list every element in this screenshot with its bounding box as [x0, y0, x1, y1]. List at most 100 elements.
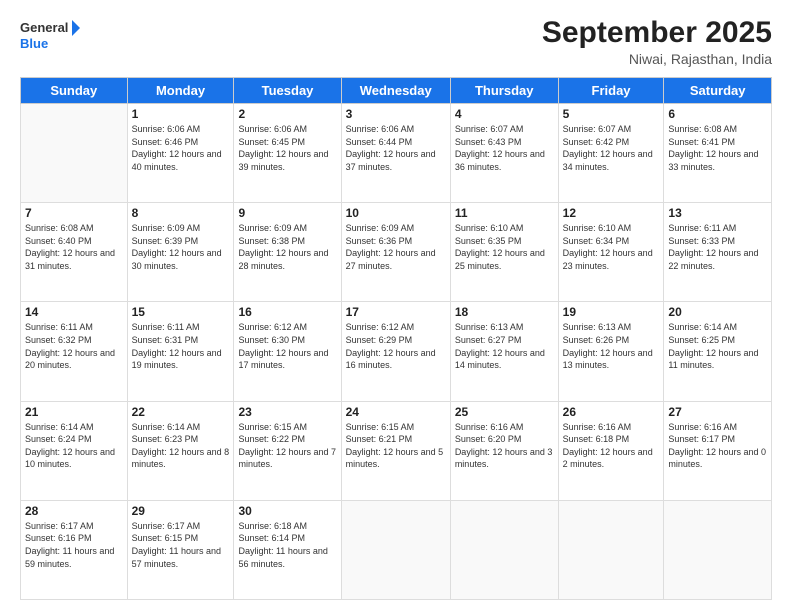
- day-info: Sunrise: 6:10 AM Sunset: 6:35 PM Dayligh…: [455, 222, 554, 272]
- table-row: 23 Sunrise: 6:15 AM Sunset: 6:22 PM Dayl…: [234, 401, 341, 500]
- table-row: 3 Sunrise: 6:06 AM Sunset: 6:44 PM Dayli…: [341, 104, 450, 203]
- calendar-week-row: 1 Sunrise: 6:06 AM Sunset: 6:46 PM Dayli…: [21, 104, 772, 203]
- day-info: Sunrise: 6:15 AM Sunset: 6:22 PM Dayligh…: [238, 421, 336, 471]
- table-row: 24 Sunrise: 6:15 AM Sunset: 6:21 PM Dayl…: [341, 401, 450, 500]
- table-row: 16 Sunrise: 6:12 AM Sunset: 6:30 PM Dayl…: [234, 302, 341, 401]
- table-row: 10 Sunrise: 6:09 AM Sunset: 6:36 PM Dayl…: [341, 203, 450, 302]
- day-number: 6: [668, 107, 767, 121]
- table-row: 30 Sunrise: 6:18 AM Sunset: 6:14 PM Dayl…: [234, 500, 341, 599]
- day-info: Sunrise: 6:12 AM Sunset: 6:30 PM Dayligh…: [238, 321, 336, 371]
- table-row: 19 Sunrise: 6:13 AM Sunset: 6:26 PM Dayl…: [558, 302, 664, 401]
- day-info: Sunrise: 6:07 AM Sunset: 6:43 PM Dayligh…: [455, 123, 554, 173]
- calendar-week-row: 7 Sunrise: 6:08 AM Sunset: 6:40 PM Dayli…: [21, 203, 772, 302]
- day-number: 14: [25, 305, 123, 319]
- table-row: [664, 500, 772, 599]
- day-number: 5: [563, 107, 660, 121]
- day-info: Sunrise: 6:09 AM Sunset: 6:38 PM Dayligh…: [238, 222, 336, 272]
- table-row: [558, 500, 664, 599]
- day-number: 21: [25, 405, 123, 419]
- day-number: 9: [238, 206, 336, 220]
- table-row: 18 Sunrise: 6:13 AM Sunset: 6:27 PM Dayl…: [450, 302, 558, 401]
- day-info: Sunrise: 6:14 AM Sunset: 6:23 PM Dayligh…: [132, 421, 230, 471]
- day-info: Sunrise: 6:16 AM Sunset: 6:20 PM Dayligh…: [455, 421, 554, 471]
- col-monday: Monday: [127, 78, 234, 104]
- table-row: 28 Sunrise: 6:17 AM Sunset: 6:16 PM Dayl…: [21, 500, 128, 599]
- col-wednesday: Wednesday: [341, 78, 450, 104]
- day-number: 19: [563, 305, 660, 319]
- col-thursday: Thursday: [450, 78, 558, 104]
- table-row: 8 Sunrise: 6:09 AM Sunset: 6:39 PM Dayli…: [127, 203, 234, 302]
- calendar-week-row: 21 Sunrise: 6:14 AM Sunset: 6:24 PM Dayl…: [21, 401, 772, 500]
- day-info: Sunrise: 6:18 AM Sunset: 6:14 PM Dayligh…: [238, 520, 336, 570]
- day-number: 25: [455, 405, 554, 419]
- day-number: 24: [346, 405, 446, 419]
- day-number: 28: [25, 504, 123, 518]
- day-info: Sunrise: 6:07 AM Sunset: 6:42 PM Dayligh…: [563, 123, 660, 173]
- location-subtitle: Niwai, Rajasthan, India: [542, 51, 772, 67]
- table-row: 12 Sunrise: 6:10 AM Sunset: 6:34 PM Dayl…: [558, 203, 664, 302]
- day-number: 30: [238, 504, 336, 518]
- title-block: September 2025 Niwai, Rajasthan, India: [542, 16, 772, 67]
- table-row: 4 Sunrise: 6:07 AM Sunset: 6:43 PM Dayli…: [450, 104, 558, 203]
- col-sunday: Sunday: [21, 78, 128, 104]
- day-info: Sunrise: 6:14 AM Sunset: 6:25 PM Dayligh…: [668, 321, 767, 371]
- day-number: 12: [563, 206, 660, 220]
- day-number: 3: [346, 107, 446, 121]
- day-number: 15: [132, 305, 230, 319]
- table-row: 5 Sunrise: 6:07 AM Sunset: 6:42 PM Dayli…: [558, 104, 664, 203]
- day-number: 10: [346, 206, 446, 220]
- day-number: 26: [563, 405, 660, 419]
- day-info: Sunrise: 6:08 AM Sunset: 6:41 PM Dayligh…: [668, 123, 767, 173]
- calendar-table: Sunday Monday Tuesday Wednesday Thursday…: [20, 77, 772, 600]
- day-number: 7: [25, 206, 123, 220]
- calendar-header-row: Sunday Monday Tuesday Wednesday Thursday…: [21, 78, 772, 104]
- calendar-week-row: 14 Sunrise: 6:11 AM Sunset: 6:32 PM Dayl…: [21, 302, 772, 401]
- day-info: Sunrise: 6:13 AM Sunset: 6:26 PM Dayligh…: [563, 321, 660, 371]
- table-row: [450, 500, 558, 599]
- day-info: Sunrise: 6:17 AM Sunset: 6:16 PM Dayligh…: [25, 520, 123, 570]
- table-row: 22 Sunrise: 6:14 AM Sunset: 6:23 PM Dayl…: [127, 401, 234, 500]
- table-row: 17 Sunrise: 6:12 AM Sunset: 6:29 PM Dayl…: [341, 302, 450, 401]
- svg-text:Blue: Blue: [20, 36, 48, 51]
- header: General Blue September 2025 Niwai, Rajas…: [20, 16, 772, 67]
- logo-svg: General Blue: [20, 16, 80, 56]
- day-info: Sunrise: 6:16 AM Sunset: 6:17 PM Dayligh…: [668, 421, 767, 471]
- day-info: Sunrise: 6:11 AM Sunset: 6:33 PM Dayligh…: [668, 222, 767, 272]
- table-row: 20 Sunrise: 6:14 AM Sunset: 6:25 PM Dayl…: [664, 302, 772, 401]
- table-row: 27 Sunrise: 6:16 AM Sunset: 6:17 PM Dayl…: [664, 401, 772, 500]
- day-info: Sunrise: 6:11 AM Sunset: 6:32 PM Dayligh…: [25, 321, 123, 371]
- day-info: Sunrise: 6:14 AM Sunset: 6:24 PM Dayligh…: [25, 421, 123, 471]
- day-info: Sunrise: 6:15 AM Sunset: 6:21 PM Dayligh…: [346, 421, 446, 471]
- day-info: Sunrise: 6:06 AM Sunset: 6:44 PM Dayligh…: [346, 123, 446, 173]
- day-number: 23: [238, 405, 336, 419]
- table-row: 29 Sunrise: 6:17 AM Sunset: 6:15 PM Dayl…: [127, 500, 234, 599]
- day-info: Sunrise: 6:13 AM Sunset: 6:27 PM Dayligh…: [455, 321, 554, 371]
- page: General Blue September 2025 Niwai, Rajas…: [0, 0, 792, 612]
- day-info: Sunrise: 6:09 AM Sunset: 6:36 PM Dayligh…: [346, 222, 446, 272]
- day-info: Sunrise: 6:10 AM Sunset: 6:34 PM Dayligh…: [563, 222, 660, 272]
- table-row: 11 Sunrise: 6:10 AM Sunset: 6:35 PM Dayl…: [450, 203, 558, 302]
- day-info: Sunrise: 6:08 AM Sunset: 6:40 PM Dayligh…: [25, 222, 123, 272]
- day-info: Sunrise: 6:06 AM Sunset: 6:45 PM Dayligh…: [238, 123, 336, 173]
- table-row: 2 Sunrise: 6:06 AM Sunset: 6:45 PM Dayli…: [234, 104, 341, 203]
- table-row: 7 Sunrise: 6:08 AM Sunset: 6:40 PM Dayli…: [21, 203, 128, 302]
- svg-text:General: General: [20, 20, 68, 35]
- day-number: 4: [455, 107, 554, 121]
- day-number: 16: [238, 305, 336, 319]
- col-friday: Friday: [558, 78, 664, 104]
- table-row: 9 Sunrise: 6:09 AM Sunset: 6:38 PM Dayli…: [234, 203, 341, 302]
- day-number: 13: [668, 206, 767, 220]
- table-row: 21 Sunrise: 6:14 AM Sunset: 6:24 PM Dayl…: [21, 401, 128, 500]
- day-number: 11: [455, 206, 554, 220]
- logo: General Blue: [20, 16, 80, 56]
- table-row: [341, 500, 450, 599]
- day-number: 18: [455, 305, 554, 319]
- day-info: Sunrise: 6:17 AM Sunset: 6:15 PM Dayligh…: [132, 520, 230, 570]
- month-title: September 2025: [542, 16, 772, 49]
- day-number: 1: [132, 107, 230, 121]
- table-row: 26 Sunrise: 6:16 AM Sunset: 6:18 PM Dayl…: [558, 401, 664, 500]
- table-row: 15 Sunrise: 6:11 AM Sunset: 6:31 PM Dayl…: [127, 302, 234, 401]
- table-row: 14 Sunrise: 6:11 AM Sunset: 6:32 PM Dayl…: [21, 302, 128, 401]
- table-row: 25 Sunrise: 6:16 AM Sunset: 6:20 PM Dayl…: [450, 401, 558, 500]
- col-tuesday: Tuesday: [234, 78, 341, 104]
